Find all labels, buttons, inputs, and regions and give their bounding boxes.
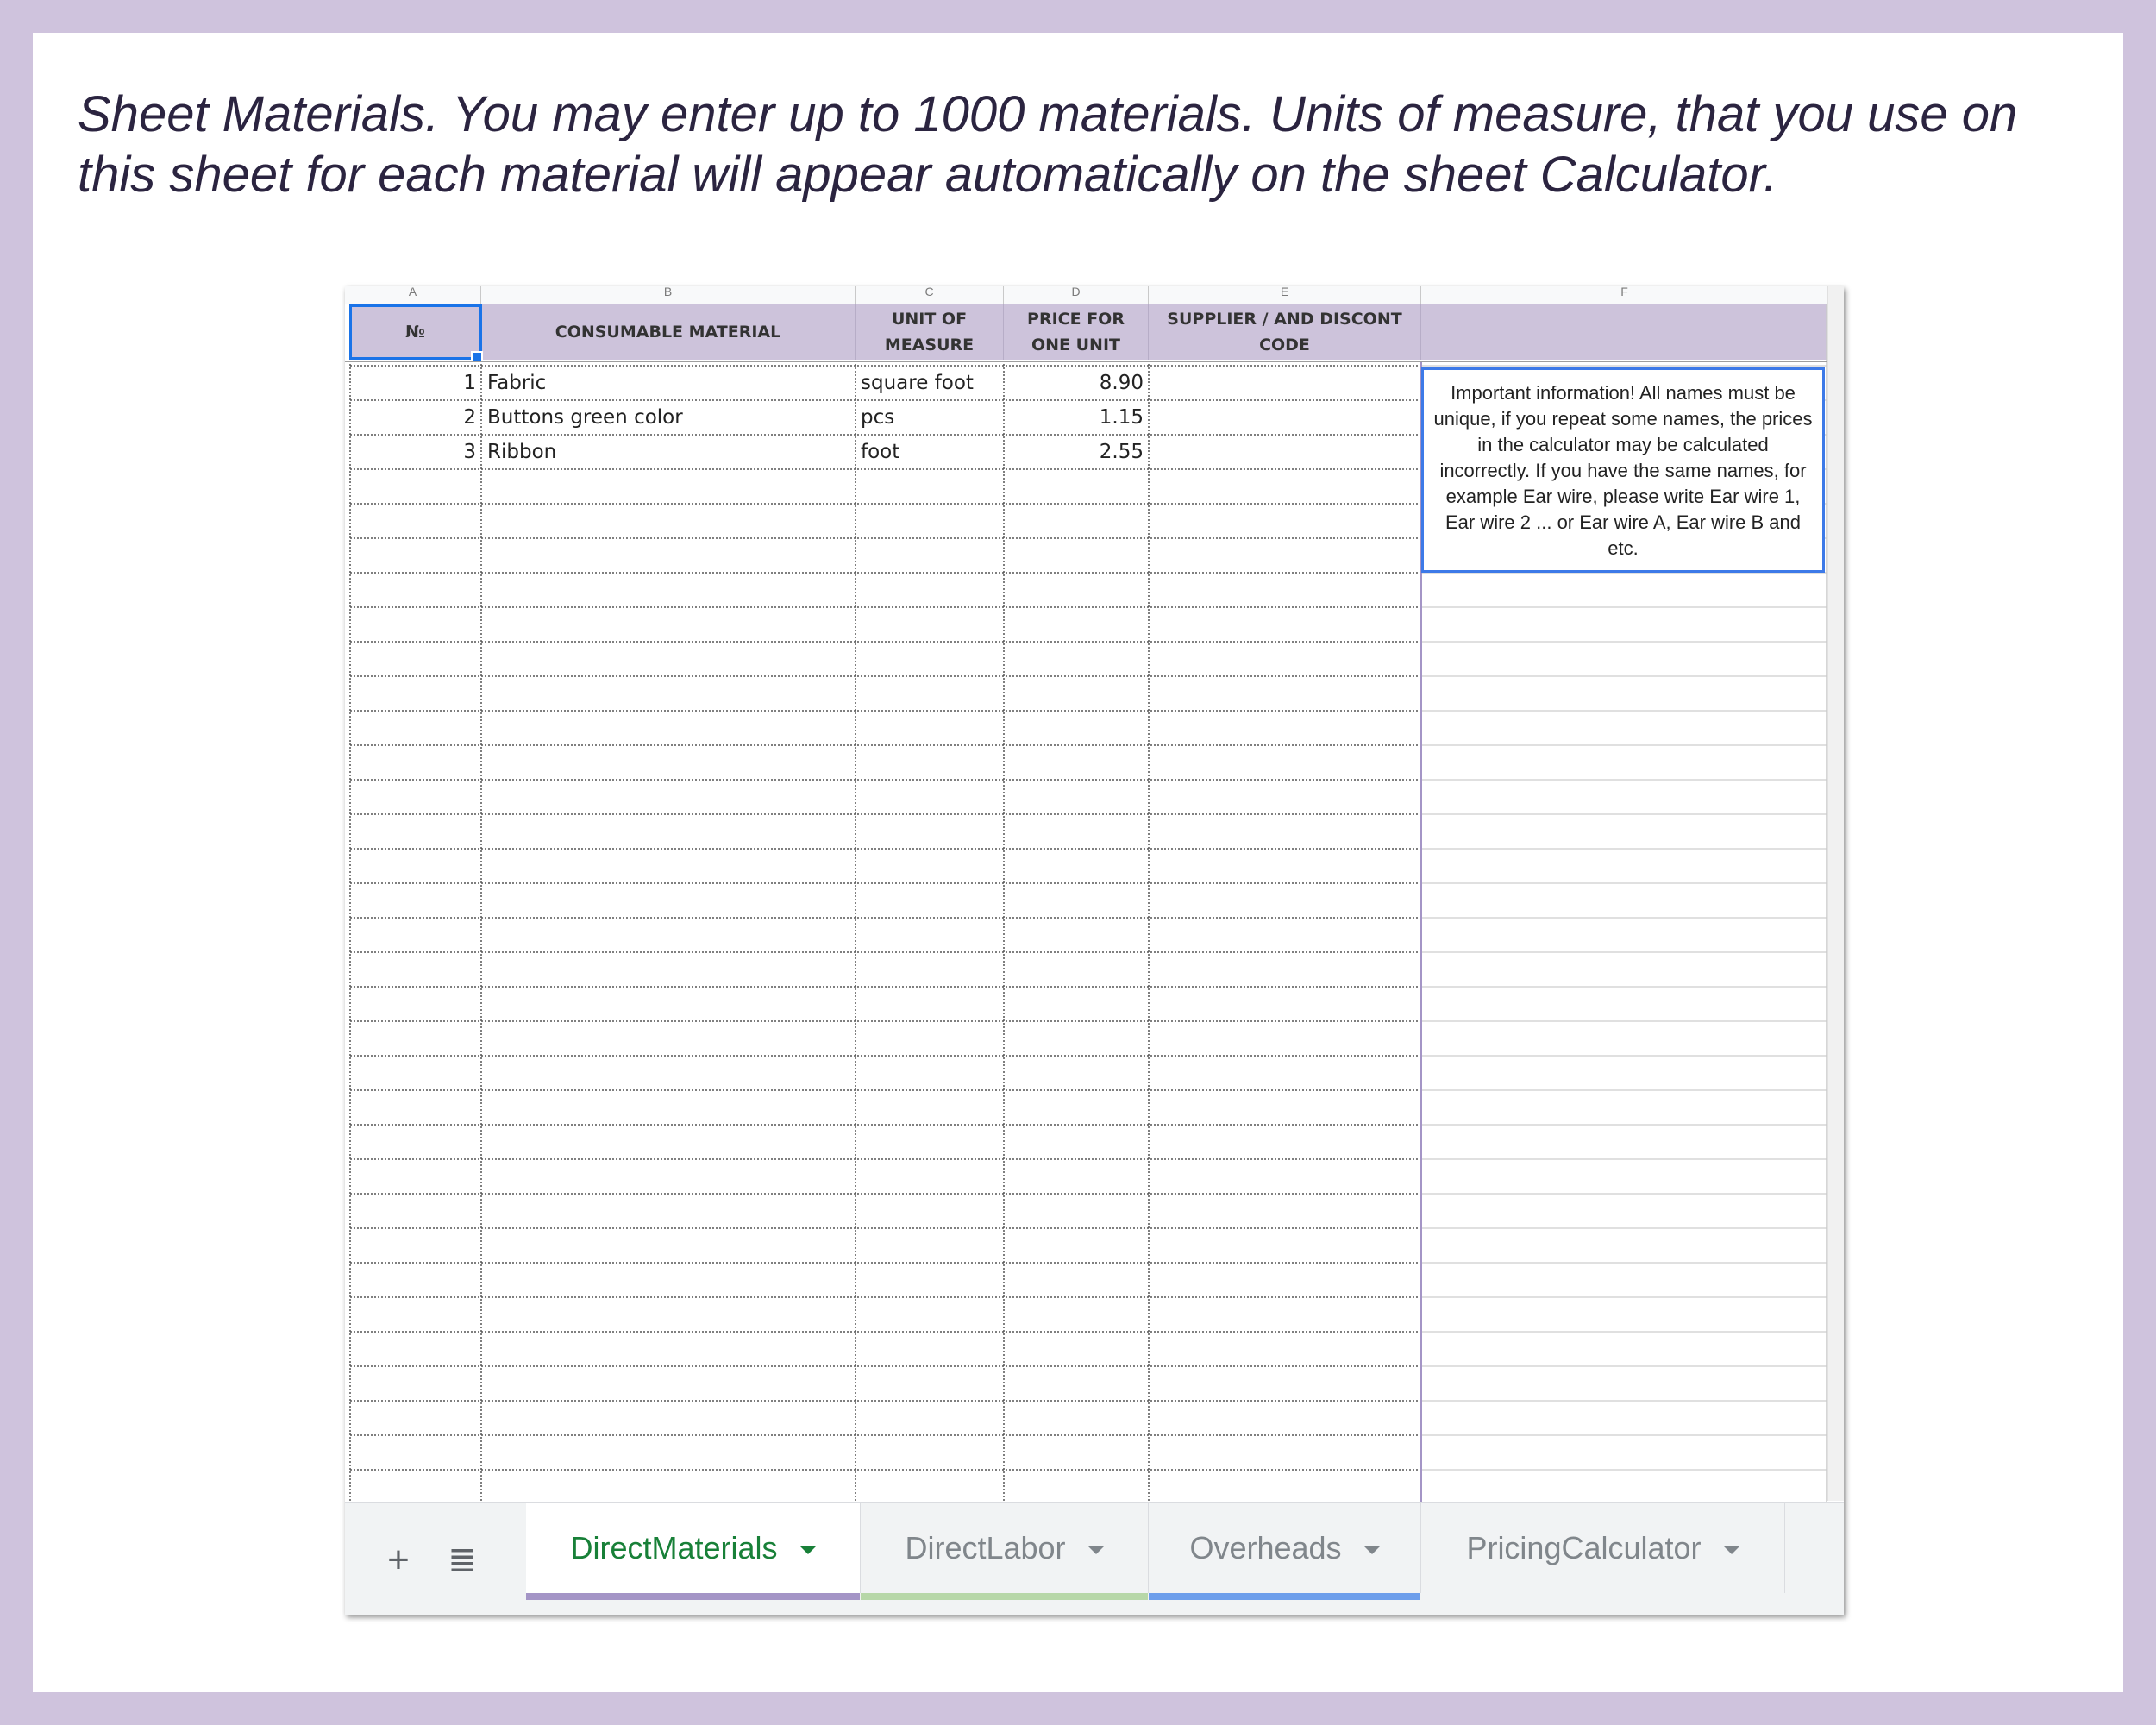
cell-supplier-2[interactable] xyxy=(1154,400,1413,435)
tab-menu-caret-icon[interactable] xyxy=(799,1546,816,1554)
tab-menu-caret-icon[interactable] xyxy=(1363,1546,1380,1554)
tab-overheads[interactable]: Overheads xyxy=(1149,1503,1421,1600)
tab-menu-caret-icon[interactable] xyxy=(1087,1546,1104,1554)
tab-overheads-color xyxy=(1149,1593,1420,1600)
tab-directlabor-color xyxy=(861,1593,1148,1600)
cell-no-2[interactable]: 2 xyxy=(350,400,476,435)
cell-supplier-1[interactable] xyxy=(1154,366,1413,400)
tab-pricingcalculator-label: PricingCalculator xyxy=(1466,1530,1702,1565)
tab-directmaterials-label: DirectMaterials xyxy=(570,1530,778,1565)
sheet-tab-bar: + ≣ DirectMaterials DirectLabor Overhead… xyxy=(345,1502,1844,1615)
cell-material-2[interactable]: Buttons green color xyxy=(487,400,849,435)
tab-directmaterials[interactable]: DirectMaterials xyxy=(526,1503,861,1600)
tab-overheads-label: Overheads xyxy=(1189,1530,1342,1565)
cell-supplier-3[interactable] xyxy=(1154,435,1413,469)
plus-icon[interactable]: + xyxy=(381,1541,416,1579)
tab-directmaterials-color xyxy=(526,1593,860,1600)
vertical-scrollbar[interactable] xyxy=(1827,286,1844,1501)
cell-no-1[interactable]: 1 xyxy=(350,366,476,400)
cell-material-1[interactable]: Fabric xyxy=(487,366,849,400)
cell-unit-3[interactable]: foot xyxy=(861,435,1000,469)
tab-menu-caret-icon[interactable] xyxy=(1723,1546,1739,1554)
cell-price-1[interactable]: 8.90 xyxy=(1004,366,1144,400)
cell-price-2[interactable]: 1.15 xyxy=(1004,400,1144,435)
list-icon[interactable]: ≣ xyxy=(445,1541,479,1579)
cell-price-3[interactable]: 2.55 xyxy=(1004,435,1144,469)
spreadsheet-window: A B C D E F № CONSUMABLE MATERIAL UNIT O… xyxy=(345,286,1844,1615)
intro-line-2: this sheet for each material will appear… xyxy=(78,147,1777,203)
cell-material-3[interactable]: Ribbon xyxy=(487,435,849,469)
cell-no-3[interactable]: 3 xyxy=(350,435,476,469)
tab-directlabor[interactable]: DirectLabor xyxy=(861,1503,1149,1600)
cell-unit-1[interactable]: square foot xyxy=(861,366,1000,400)
intro-line-1: Sheet Materials. You may enter up to 100… xyxy=(78,86,2018,142)
tab-directlabor-label: DirectLabor xyxy=(905,1530,1066,1565)
cell-unit-2[interactable]: pcs xyxy=(861,400,1000,435)
important-note-cell[interactable]: Important information! All names must be… xyxy=(1421,367,1825,573)
intro-text: Sheet Materials. You may enter up to 100… xyxy=(78,85,2087,205)
tab-pricingcalculator[interactable]: PricingCalculator xyxy=(1421,1503,1785,1593)
